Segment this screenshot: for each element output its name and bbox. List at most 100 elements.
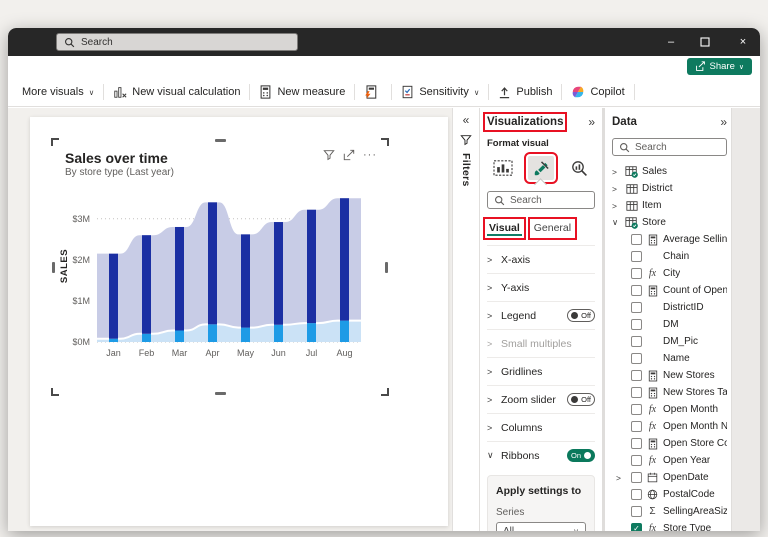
search-input[interactable]: Search xyxy=(56,33,298,51)
more-options-icon[interactable]: ··· xyxy=(363,149,377,161)
field-row[interactable]: fx Open Year xyxy=(612,452,727,469)
field-row[interactable]: fx Open Month No xyxy=(612,418,727,435)
toolbar-button[interactable]: More visuals ∨ xyxy=(8,78,103,106)
field-checkbox[interactable] xyxy=(631,404,642,415)
field-row[interactable]: ✓ fx Store Type xyxy=(612,520,727,531)
setting-row[interactable]: > Columns xyxy=(487,413,595,441)
expander-icon[interactable]: > xyxy=(612,201,621,211)
field-checkbox[interactable] xyxy=(631,234,642,245)
selection-handle[interactable] xyxy=(381,388,389,396)
share-button[interactable]: Share ∨ xyxy=(687,58,752,75)
filter-icon[interactable] xyxy=(323,149,335,161)
focus-mode-icon[interactable] xyxy=(343,149,355,161)
expander-icon[interactable]: > xyxy=(487,395,495,405)
data-search-input[interactable]: Search xyxy=(612,138,727,156)
field-checkbox[interactable] xyxy=(631,506,642,517)
analytics-icon[interactable] xyxy=(566,156,592,180)
expander-icon[interactable]: > xyxy=(487,311,495,321)
field-row[interactable]: New Stores Tar... xyxy=(612,384,727,401)
build-visual-icon[interactable] xyxy=(490,156,516,180)
selection-handle[interactable] xyxy=(51,138,59,146)
field-checkbox[interactable] xyxy=(631,472,642,483)
setting-row[interactable]: > Gridlines xyxy=(487,357,595,385)
field-row[interactable]: Open Store Co... xyxy=(612,435,727,452)
filters-pane-collapsed[interactable]: « Filters xyxy=(452,108,480,531)
setting-row[interactable]: ∨ Ribbons On xyxy=(487,441,595,469)
expander-icon[interactable]: > xyxy=(616,473,625,483)
toggle-switch[interactable]: Off xyxy=(567,309,595,322)
expander-icon[interactable]: ∨ xyxy=(612,217,621,228)
field-row[interactable]: Count of Open... xyxy=(612,282,727,299)
collapse-pane-icon[interactable]: » xyxy=(588,115,595,129)
field-row[interactable]: DistrictID xyxy=(612,299,727,316)
field-checkbox[interactable]: ✓ xyxy=(631,523,642,531)
close-button[interactable]: × xyxy=(736,36,750,48)
selection-handle[interactable] xyxy=(381,138,389,146)
field-row[interactable]: Average Selling... xyxy=(612,231,727,248)
field-checkbox[interactable] xyxy=(631,319,642,330)
field-checkbox[interactable] xyxy=(631,251,642,262)
field-checkbox[interactable] xyxy=(631,438,642,449)
expand-pane-icon[interactable]: « xyxy=(463,113,470,127)
field-row[interactable]: Chain xyxy=(612,248,727,265)
toolbar-button[interactable]: Copilot xyxy=(562,78,633,106)
toolbar-button[interactable]: New visual calculation xyxy=(104,78,249,106)
field-checkbox[interactable] xyxy=(631,336,642,347)
field-checkbox[interactable] xyxy=(631,489,642,500)
field-checkbox[interactable] xyxy=(631,421,642,432)
field-row[interactable]: PostalCode xyxy=(612,486,727,503)
expander-icon[interactable]: ∨ xyxy=(487,450,495,461)
toggle-switch[interactable]: On xyxy=(567,449,595,462)
toolbar-button[interactable]: New measure xyxy=(250,78,354,106)
maximize-button[interactable] xyxy=(700,37,714,47)
setting-row[interactable]: > X-axis xyxy=(487,245,595,273)
field-checkbox[interactable] xyxy=(631,370,642,381)
setting-row[interactable]: > Y-axis xyxy=(487,273,595,301)
selection-handle[interactable] xyxy=(385,262,388,273)
chart-visual[interactable]: ··· Sales over time By store type (Last … xyxy=(55,142,385,392)
field-row[interactable]: fx Open Month xyxy=(612,401,727,418)
format-visual-icon[interactable] xyxy=(528,156,554,180)
field-row[interactable]: DM xyxy=(612,316,727,333)
report-page[interactable]: ··· Sales over time By store type (Last … xyxy=(30,117,448,526)
setting-row[interactable]: > Small multiples xyxy=(487,329,595,357)
toggle-switch[interactable]: Off xyxy=(567,393,595,406)
field-checkbox[interactable] xyxy=(631,285,642,296)
selection-handle[interactable] xyxy=(52,262,55,273)
field-row[interactable]: Σ SellingAreaSize xyxy=(612,503,727,520)
field-row[interactable]: fx City xyxy=(612,265,727,282)
field-row[interactable]: Name xyxy=(612,350,727,367)
expander-icon[interactable]: > xyxy=(612,167,621,177)
selection-handle[interactable] xyxy=(215,392,226,395)
field-row[interactable]: > Item xyxy=(612,197,727,214)
toolbar-button[interactable]: Publish xyxy=(489,78,561,106)
expander-icon[interactable]: > xyxy=(487,283,495,293)
report-canvas[interactable]: ··· Sales over time By store type (Last … xyxy=(8,108,452,531)
toolbar-button[interactable]: Sensitivity ∨ xyxy=(392,78,488,106)
expander-icon[interactable]: > xyxy=(487,367,495,377)
minimize-button[interactable]: – xyxy=(664,36,678,48)
field-checkbox[interactable] xyxy=(631,302,642,313)
field-row[interactable]: New Stores xyxy=(612,367,727,384)
field-checkbox[interactable] xyxy=(631,387,642,398)
field-row[interactable]: > District xyxy=(612,180,727,197)
format-tab[interactable]: General xyxy=(532,221,573,236)
field-row[interactable]: ∨ Store xyxy=(612,214,727,231)
toolbar-button[interactable] xyxy=(355,78,391,106)
series-dropdown[interactable]: All ∨ xyxy=(496,522,586,531)
expander-icon[interactable]: > xyxy=(487,339,495,349)
field-row[interactable]: > OpenDate xyxy=(612,469,727,486)
format-tab[interactable]: Visual xyxy=(487,221,522,236)
expander-icon[interactable]: > xyxy=(487,423,495,433)
selection-handle[interactable] xyxy=(51,388,59,396)
setting-row[interactable]: > Legend Off xyxy=(487,301,595,329)
field-checkbox[interactable] xyxy=(631,455,642,466)
setting-row[interactable]: > Zoom slider Off xyxy=(487,385,595,413)
collapse-pane-icon[interactable]: » xyxy=(720,115,727,129)
format-search-input[interactable]: Search xyxy=(487,191,595,209)
field-checkbox[interactable] xyxy=(631,268,642,279)
expander-icon[interactable]: > xyxy=(487,255,495,265)
expander-icon[interactable]: > xyxy=(612,184,621,194)
field-row[interactable]: > Sales xyxy=(612,163,727,180)
selection-handle[interactable] xyxy=(215,139,226,142)
